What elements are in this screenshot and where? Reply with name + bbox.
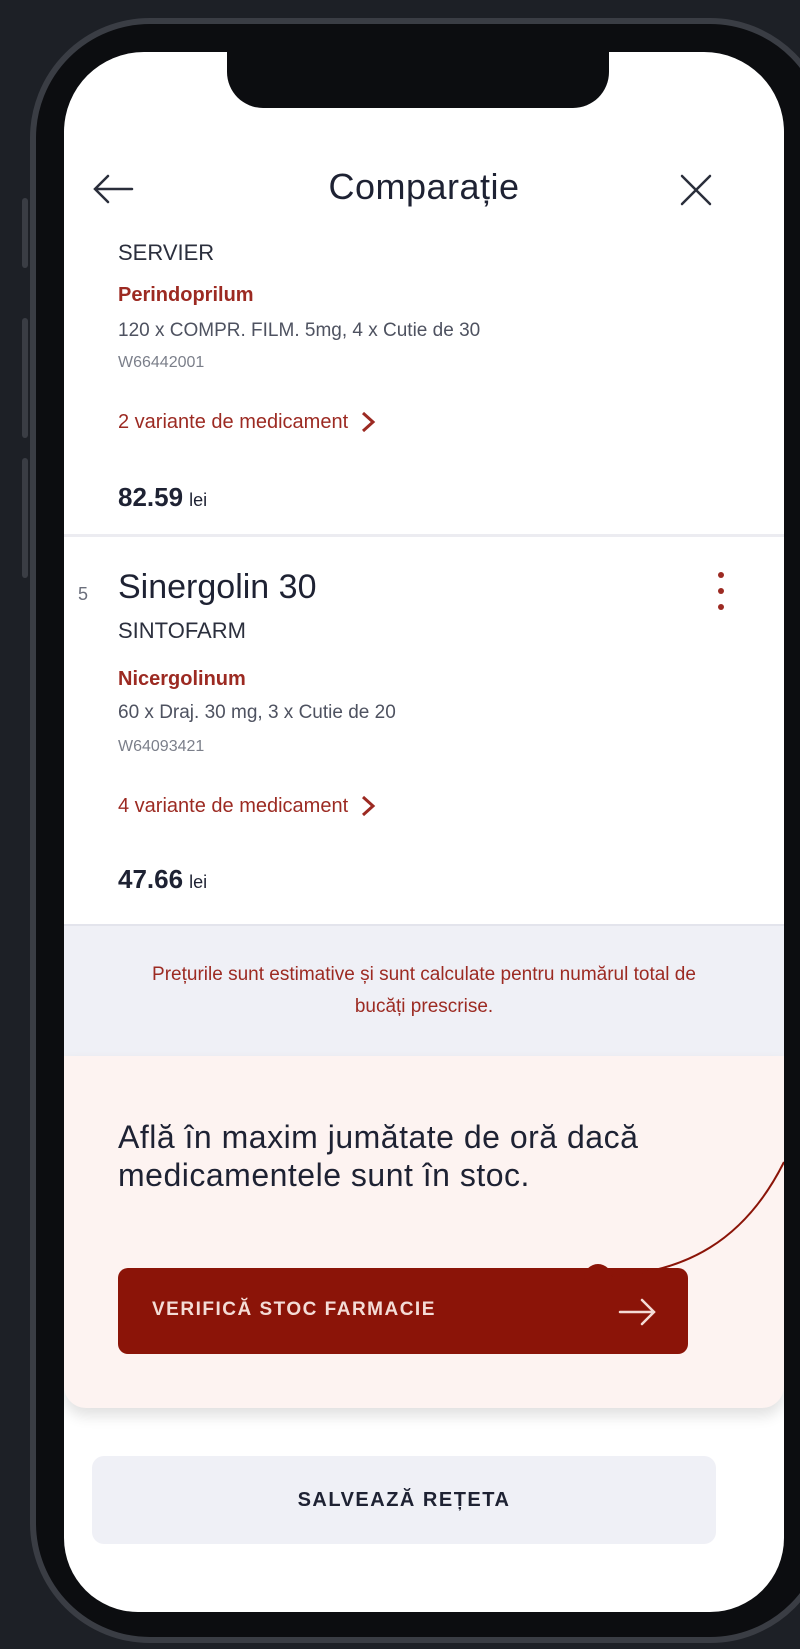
medicine-card: 5 Sinergolin 30 SINTOFARM Nicergolinum 6… bbox=[64, 568, 784, 924]
variants-link[interactable]: 4 variante de medicament bbox=[118, 794, 376, 818]
phone-side-button bbox=[22, 318, 28, 438]
item-number: 5 bbox=[78, 584, 89, 604]
manufacturer: SINTOFARM bbox=[118, 618, 246, 643]
price-currency: lei bbox=[189, 490, 208, 510]
arrow-right-icon bbox=[618, 1298, 656, 1326]
more-vertical-icon[interactable] bbox=[716, 572, 726, 614]
product-code: W64093421 bbox=[118, 738, 205, 755]
top-bar: Comparație bbox=[64, 152, 784, 232]
app-screen: Comparație SERVIER Perindoprilum 120 x C… bbox=[64, 52, 784, 1612]
phone-notch bbox=[227, 52, 609, 108]
save-prescription-button[interactable]: SALVEAZĂ REȚETA bbox=[92, 1456, 716, 1544]
price-value: 47.66 bbox=[118, 864, 184, 894]
package-details: 120 x COMPR. FILM. 5mg, 4 x Cutie de 30 bbox=[118, 320, 481, 341]
manufacturer: SERVIER bbox=[118, 240, 215, 265]
promo-text: Află în maxim jumătate de oră dacă medic… bbox=[118, 1119, 639, 1193]
phone-side-button bbox=[22, 198, 28, 268]
medicine-card: SERVIER Perindoprilum 120 x COMPR. FILM.… bbox=[64, 234, 784, 537]
tutorial-hint-dot bbox=[584, 1264, 612, 1292]
medicine-name: Sinergolin 30 bbox=[118, 568, 317, 606]
stock-check-promo: Află în maxim jumătate de oră dacă medic… bbox=[64, 1056, 784, 1408]
save-prescription-label: SALVEAZĂ REȚETA bbox=[297, 1488, 511, 1511]
price-value: 82.59 bbox=[118, 482, 184, 512]
active-substance: Perindoprilum bbox=[118, 284, 254, 306]
price-currency: lei bbox=[189, 872, 208, 892]
close-icon[interactable] bbox=[676, 170, 716, 210]
price: 82.59 lei bbox=[118, 482, 207, 513]
phone-side-button bbox=[22, 458, 28, 578]
package-details: 60 x Draj. 30 mg, 3 x Cutie de 20 bbox=[118, 702, 396, 723]
active-substance: Nicergolinum bbox=[118, 668, 246, 690]
variants-link[interactable]: 2 variante de medicament bbox=[118, 410, 376, 434]
check-stock-button-label: VERIFICĂ STOC FARMACIE bbox=[152, 1299, 436, 1320]
variants-label: 2 variante de medicament bbox=[118, 410, 349, 433]
price: 47.66 lei bbox=[118, 864, 207, 895]
chevron-right-icon bbox=[362, 795, 376, 817]
price-notice-text: Prețurile sunt estimative și sunt calcul… bbox=[152, 964, 696, 1017]
price-notice: Prețurile sunt estimative și sunt calcul… bbox=[64, 924, 784, 1058]
product-code: W66442001 bbox=[118, 354, 205, 371]
variants-label: 4 variante de medicament bbox=[118, 794, 349, 817]
chevron-right-icon bbox=[362, 411, 376, 433]
